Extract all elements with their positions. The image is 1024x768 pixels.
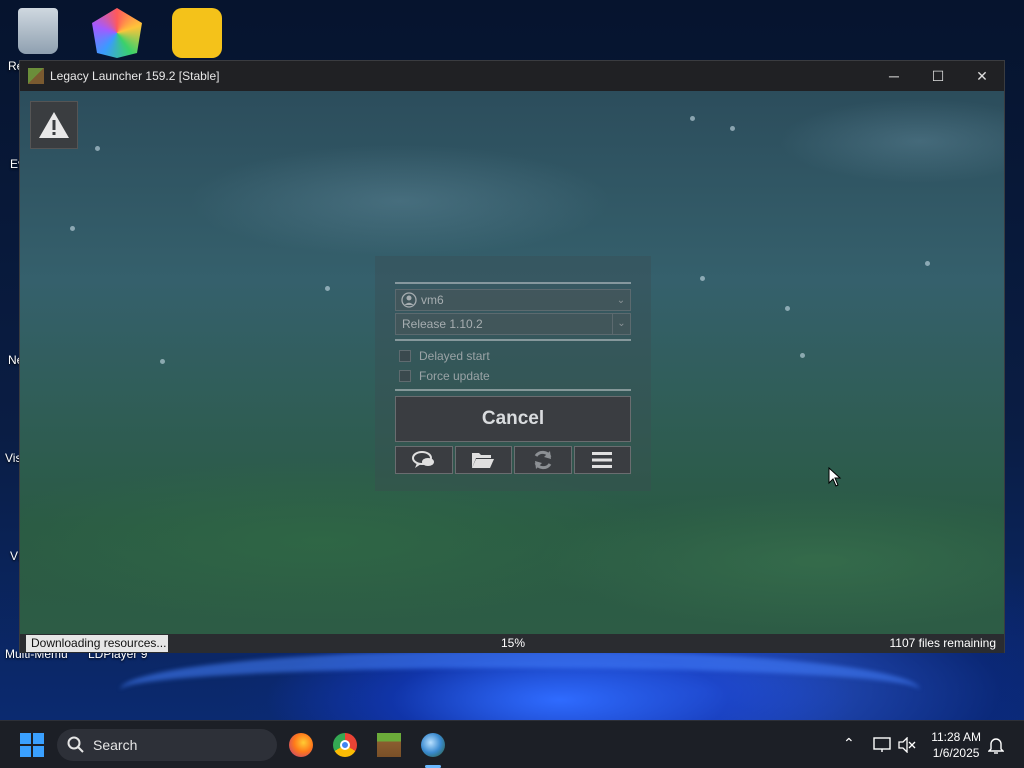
wallpaper-swirl bbox=[120, 650, 920, 730]
windows-start-icon[interactable] bbox=[20, 733, 44, 757]
force-update-label: Force update bbox=[419, 369, 490, 383]
launcher-window: Legacy Launcher 159.2 [Stable] ─ ☐ ✕ vm6… bbox=[19, 60, 1005, 653]
version-select[interactable]: Release 1.10.2 ⌄ bbox=[395, 313, 631, 335]
status-bar: Downloading resources... 15% 1107 files … bbox=[20, 634, 1004, 653]
files-remaining: 1107 files remaining bbox=[889, 636, 996, 650]
folder-icon bbox=[472, 453, 495, 468]
legacy-launcher-icon[interactable] bbox=[421, 733, 445, 757]
menu-button[interactable] bbox=[573, 446, 631, 474]
minecraft-launcher-icon[interactable] bbox=[377, 733, 401, 757]
toolbar bbox=[395, 446, 631, 474]
chevron-up-icon[interactable]: ⌃ bbox=[843, 735, 855, 752]
cancel-button[interactable]: Cancel bbox=[395, 396, 631, 442]
account-select[interactable]: vm6 ⌄ bbox=[395, 289, 631, 311]
folder-button[interactable] bbox=[454, 446, 512, 474]
force-update-option[interactable]: Force update bbox=[399, 369, 490, 383]
particle bbox=[800, 353, 805, 358]
minecraft-block-icon bbox=[28, 68, 44, 84]
delayed-start-option[interactable]: Delayed start bbox=[399, 349, 490, 363]
system-clock[interactable]: 11:28 AM 1/6/2025 bbox=[931, 729, 981, 761]
search-icon bbox=[67, 736, 84, 753]
user-icon bbox=[401, 292, 417, 308]
taskbar-search[interactable]: Search bbox=[57, 729, 277, 761]
menu-icon bbox=[592, 452, 613, 468]
progress-percent: 15% bbox=[501, 636, 526, 650]
firefox-icon[interactable] bbox=[289, 733, 313, 757]
launch-panel: vm6 ⌄ Release 1.10.2 ⌄ Delayed start For… bbox=[375, 256, 651, 491]
version-label: Release 1.10.2 bbox=[402, 317, 483, 331]
clock-time: 11:28 AM bbox=[931, 730, 981, 744]
maximize-button[interactable]: ☐ bbox=[916, 61, 960, 91]
recycle-bin-icon[interactable] bbox=[18, 8, 58, 54]
ldplayer-shortcut-icon[interactable] bbox=[172, 8, 222, 58]
particle bbox=[730, 126, 735, 131]
clock-date: 1/6/2025 bbox=[932, 746, 980, 760]
warning-icon bbox=[39, 112, 69, 138]
search-placeholder: Search bbox=[93, 737, 138, 753]
particle bbox=[95, 146, 100, 151]
minimize-button[interactable]: ─ bbox=[872, 61, 916, 91]
volume-muted-icon[interactable] bbox=[898, 737, 916, 753]
particle bbox=[700, 276, 705, 281]
window-title: Legacy Launcher 159.2 [Stable] bbox=[50, 69, 220, 83]
chat-button[interactable] bbox=[395, 446, 453, 474]
chat-icon bbox=[411, 451, 434, 468]
warning-button[interactable] bbox=[30, 101, 78, 149]
particle bbox=[70, 226, 75, 231]
notification-bell-icon[interactable] bbox=[988, 736, 1004, 754]
particle bbox=[785, 306, 790, 311]
refresh-button[interactable] bbox=[514, 446, 572, 474]
particle bbox=[690, 116, 695, 121]
launcher-background: vm6 ⌄ Release 1.10.2 ⌄ Delayed start For… bbox=[20, 91, 1004, 634]
title-bar[interactable]: Legacy Launcher 159.2 [Stable] ─ ☐ ✕ bbox=[20, 61, 1004, 91]
delayed-start-label: Delayed start bbox=[419, 349, 490, 363]
delayed-start-checkbox[interactable] bbox=[399, 350, 411, 362]
chevron-down-icon[interactable]: ⌄ bbox=[612, 314, 630, 334]
close-button[interactable]: ✕ bbox=[960, 61, 1004, 91]
particle bbox=[325, 286, 330, 291]
taskbar: Search ⌃ 11:28 AM 1/6/2025 bbox=[0, 720, 1024, 768]
divider bbox=[395, 339, 631, 341]
force-update-checkbox[interactable] bbox=[399, 370, 411, 382]
account-name: vm6 bbox=[421, 293, 444, 307]
particle bbox=[160, 359, 165, 364]
chevron-down-icon: ⌄ bbox=[616, 294, 626, 306]
particle bbox=[925, 261, 930, 266]
divider bbox=[395, 282, 631, 284]
network-icon[interactable] bbox=[873, 737, 891, 753]
chrome-icon[interactable] bbox=[333, 733, 357, 757]
mouse-cursor-icon bbox=[828, 467, 842, 487]
status-message: Downloading resources... bbox=[26, 635, 168, 652]
refresh-icon bbox=[534, 450, 552, 470]
divider bbox=[395, 389, 631, 391]
